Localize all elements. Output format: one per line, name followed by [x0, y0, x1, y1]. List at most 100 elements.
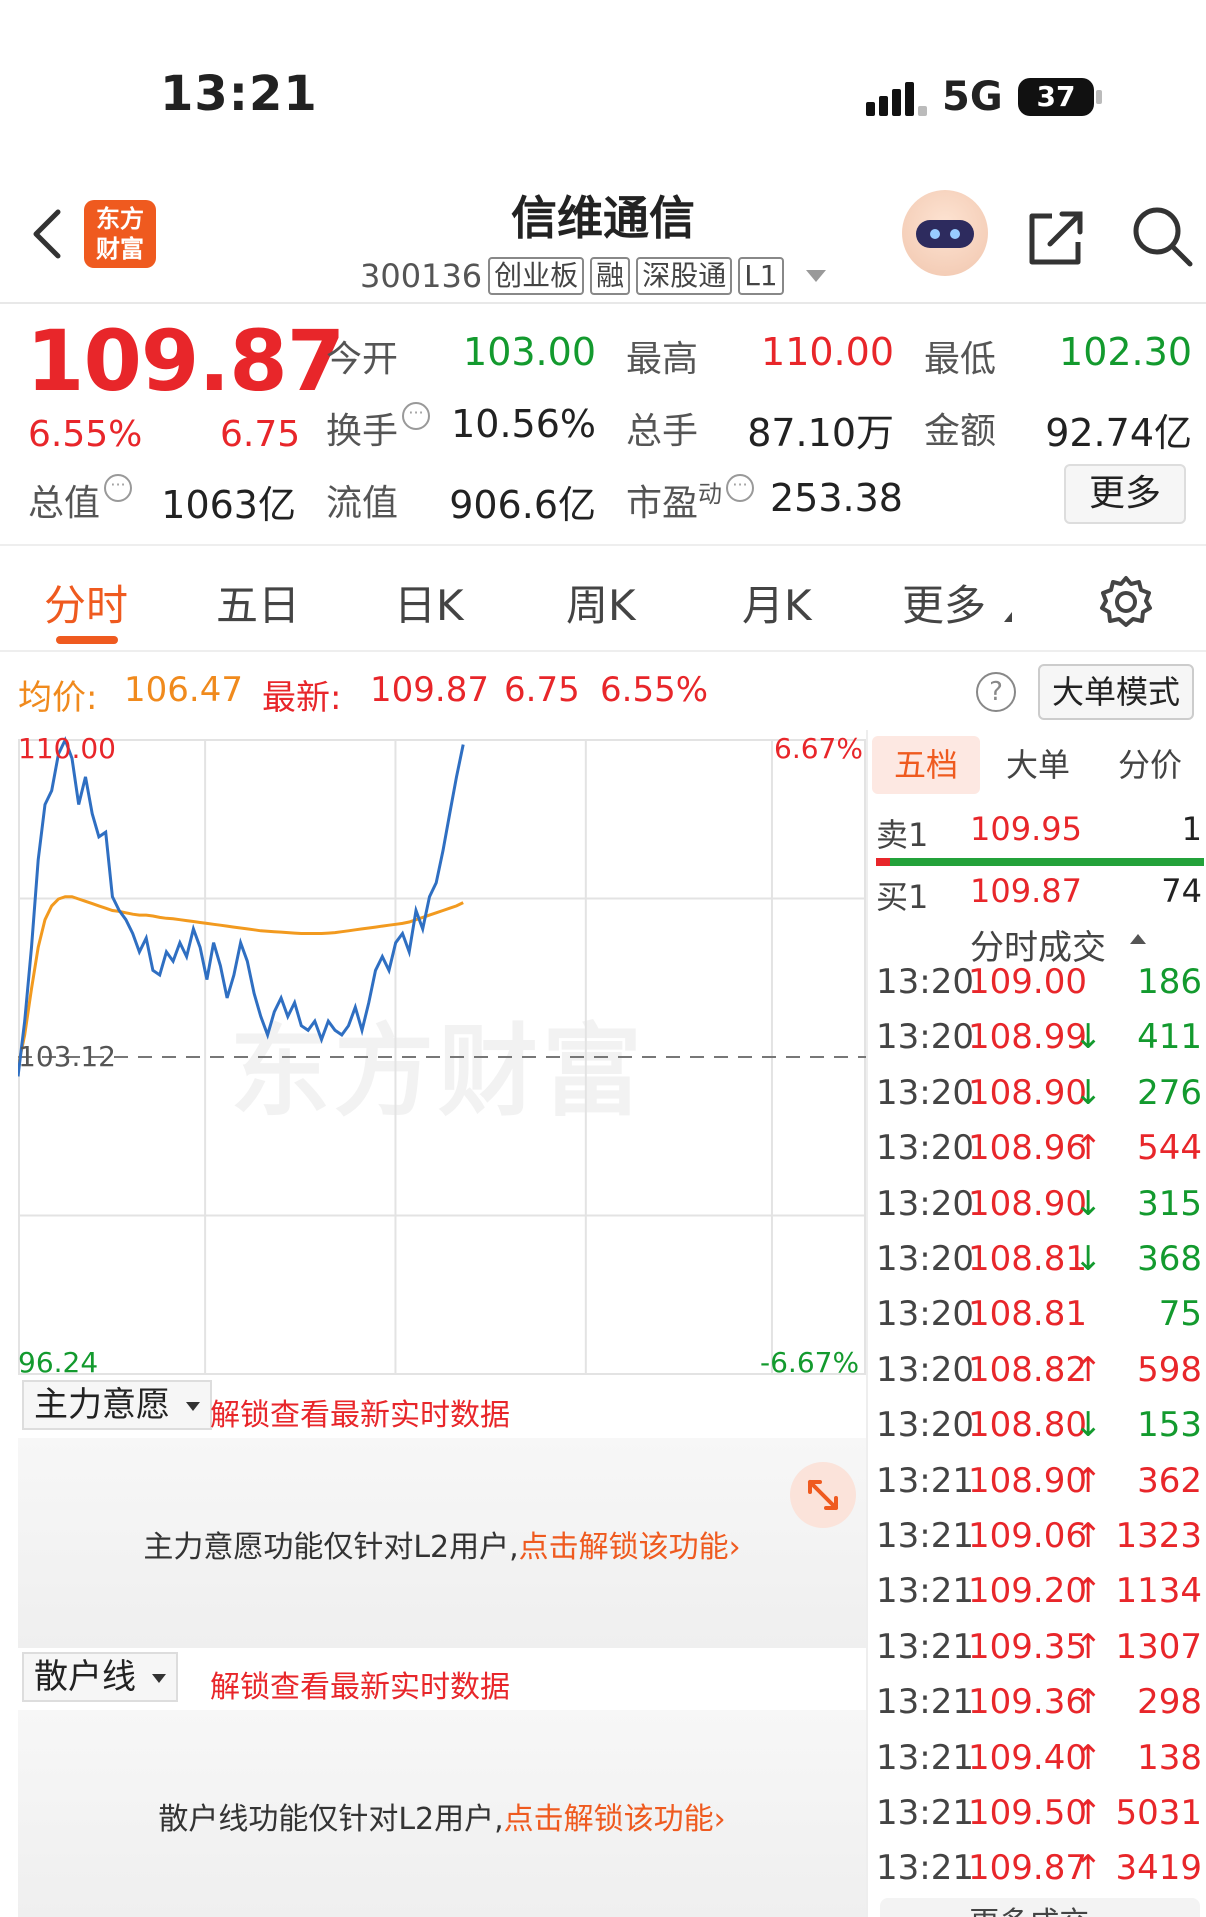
tick-volume: 362 — [1137, 1460, 1202, 1501]
tick-row: 13:20 108.81 75 — [876, 1294, 1202, 1344]
tick-direction-icon: ↓ — [1074, 1072, 1103, 1113]
tick-price: 108.90 — [968, 1183, 1087, 1224]
buy1-label: 买1 — [876, 878, 929, 916]
pe-superscript: 动 — [698, 480, 723, 508]
more-ticks-button[interactable]: 更多成交 › — [880, 1898, 1200, 1917]
tick-price: 108.90 — [968, 1072, 1087, 1113]
sell1-volume: 1 — [1181, 810, 1202, 848]
tick-volume: 5031 — [1115, 1793, 1202, 1833]
tick-time: 13:20 — [876, 1072, 974, 1113]
buy1-price: 109.87 — [970, 872, 1082, 910]
info-dots-icon[interactable]: ··· — [104, 474, 133, 502]
y-top-label: 110.00 — [18, 732, 116, 765]
tick-price: 108.96 — [968, 1128, 1087, 1169]
status-bar: 13:21 5G 37 — [0, 0, 1206, 170]
amount-value: 92.74亿 — [1045, 411, 1192, 455]
tick-direction-icon: ↑ — [1074, 1571, 1103, 1612]
indicator-name: 主力意愿 — [34, 1385, 170, 1425]
tick-row: 13:20 108.90 ↓ 276 — [876, 1073, 1202, 1123]
unlock-data-link[interactable]: 解锁查看最新实时数据 — [210, 1390, 510, 1434]
turnover-value: 10.56% — [451, 402, 596, 446]
tab-divider — [0, 650, 1206, 652]
tick-direction-icon: ↓ — [1074, 1239, 1103, 1279]
info-dots-icon[interactable]: ··· — [726, 474, 755, 502]
network-type: 5G — [942, 74, 1003, 120]
tab-more[interactable]: 更多 — [902, 572, 986, 633]
tick-direction-icon: ↓ — [1074, 1183, 1103, 1224]
assistant-robot-icon[interactable] — [902, 190, 988, 276]
big-order-mode-button[interactable]: 大单模式 — [1038, 664, 1194, 720]
tick-row: 13:21 109.87 ↑ 3419 — [876, 1848, 1202, 1898]
tick-row: 13:20 108.81 ↓ 368 — [876, 1239, 1202, 1289]
help-icon[interactable]: ? — [976, 672, 1016, 712]
tick-direction-icon: ↑ — [1074, 1626, 1103, 1667]
tab-price-dist[interactable]: 分价 — [1096, 736, 1204, 794]
tick-direction-icon: ↑ — [1074, 1848, 1103, 1889]
tick-direction-icon: ↑ — [1074, 1682, 1103, 1723]
tick-row: 13:21 109.50 ↑ 5031 — [876, 1793, 1202, 1843]
indicator-select-main-force[interactable]: 主力意愿 — [22, 1380, 212, 1430]
tab-daily-k[interactable]: 日K — [394, 572, 464, 633]
latest-label: 最新: — [262, 678, 342, 718]
tick-row: 13:21 109.40 ↑ 138 — [876, 1738, 1202, 1788]
intraday-chart[interactable] — [18, 730, 866, 1384]
sell-strength-bar — [876, 858, 890, 866]
tab-5day[interactable]: 五日 — [216, 572, 300, 633]
tick-volume: 153 — [1137, 1405, 1202, 1446]
tab-five-levels[interactable]: 五档 — [872, 736, 980, 794]
unlock-data-link[interactable]: 解锁查看最新实时数据 — [210, 1662, 510, 1706]
info-dots-icon[interactable]: ··· — [402, 402, 431, 430]
ticks-sort-icon[interactable] — [1130, 934, 1146, 944]
buy-strength-bar — [890, 858, 1204, 866]
latest-change: 6.75 — [504, 670, 580, 710]
tick-volume: 1134 — [1115, 1571, 1202, 1612]
tick-time: 13:21 — [876, 1848, 974, 1889]
tab-big-orders[interactable]: 大单 — [984, 736, 1092, 794]
tick-time: 13:21 — [876, 1460, 974, 1501]
more-quote-button[interactable]: 更多 — [1064, 464, 1186, 524]
tick-time: 13:21 — [876, 1516, 974, 1556]
tick-row: 13:20 108.90 ↓ 315 — [876, 1184, 1202, 1234]
expand-caret-icon[interactable] — [805, 270, 826, 282]
tick-row: 13:20 108.99 ↓ 411 — [876, 1017, 1202, 1067]
tick-row: 13:21 109.20 ↑ 1134 — [876, 1571, 1202, 1621]
unlock-feature-link[interactable]: 点击解锁该功能› — [519, 1530, 741, 1565]
volume-value: 87.10万 — [747, 411, 894, 455]
tick-direction-icon: ↑ — [1074, 1793, 1103, 1833]
settings-gear-icon[interactable] — [1098, 574, 1154, 630]
change-percent: 6.55% — [28, 414, 143, 455]
tag-level: L1 — [738, 257, 784, 295]
tick-volume: 315 — [1137, 1183, 1202, 1224]
tab-monthly-k[interactable]: 月K — [742, 572, 812, 633]
tick-price: 109.00 — [968, 962, 1087, 1002]
volume-label: 总手 — [626, 411, 699, 452]
indicator-select-retail[interactable]: 散户线 — [22, 1652, 178, 1702]
tick-price: 109.40 — [968, 1737, 1087, 1778]
locked-message: 主力意愿功能仅针对L2用户,点击解锁该功能› — [18, 1522, 866, 1566]
search-icon[interactable] — [1130, 204, 1194, 268]
share-icon[interactable] — [1026, 206, 1088, 268]
tick-volume: 3419 — [1115, 1848, 1202, 1889]
active-tab-indicator — [56, 636, 118, 644]
tick-row: 13:21 109.36 ↑ 298 — [876, 1682, 1202, 1732]
unlock-feature-link[interactable]: 点击解锁该功能› — [504, 1802, 726, 1837]
tick-row: 13:21 108.90 ↑ 362 — [876, 1461, 1202, 1511]
panel-divider — [866, 730, 868, 1917]
pct-bottom-label: -6.67% — [760, 1346, 860, 1379]
float-label: 流值 — [326, 483, 399, 524]
tick-row: 13:21 109.06 ↑ 1323 — [876, 1516, 1202, 1566]
sell1-price: 109.95 — [970, 810, 1082, 848]
tick-time: 13:20 — [876, 1294, 974, 1335]
tick-price: 109.50 — [968, 1793, 1087, 1833]
signal-icon — [866, 80, 927, 116]
avg-price-value: 106.47 — [124, 670, 243, 710]
tick-row: 13:20 108.96 ↑ 544 — [876, 1128, 1202, 1178]
tick-time: 13:20 — [876, 1405, 974, 1446]
tab-weekly-k[interactable]: 周K — [566, 572, 636, 633]
expand-icon[interactable] — [790, 1462, 856, 1528]
tick-time: 13:21 — [876, 1737, 974, 1778]
open-label: 今开 — [326, 339, 399, 380]
tick-time: 13:20 — [876, 1349, 974, 1390]
header-divider — [0, 302, 1206, 304]
tab-intraday[interactable]: 分时 — [44, 572, 128, 633]
